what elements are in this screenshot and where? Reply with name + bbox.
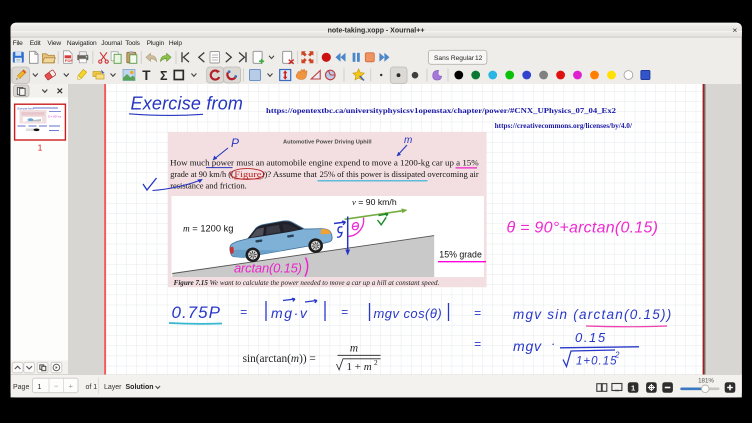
svg-text:sin(arctan(m)) =: sin(arctan(m)) = <box>243 353 316 365</box>
svg-text:note-taking.xopp - Xournal++: note-taking.xopp - Xournal++ <box>328 27 425 34</box>
svg-text:Exercise from: Exercise from <box>18 107 35 111</box>
svg-text:Journal: Journal <box>101 40 122 47</box>
svg-text:PDF: PDF <box>65 58 74 63</box>
svg-text:m: m <box>404 135 412 146</box>
svg-text:=: = <box>474 337 481 351</box>
svg-text:m: m <box>350 343 358 355</box>
svg-text:0.75P: 0.75P <box>172 303 221 322</box>
svg-text:Navigation: Navigation <box>67 40 97 47</box>
svg-text:12: 12 <box>475 55 483 62</box>
svg-text:Tools: Tools <box>125 40 140 47</box>
svg-text:0.15: 0.15 <box>575 330 607 345</box>
svg-text:Help: Help <box>169 40 182 47</box>
svg-text:resistance and friction.: resistance and friction. <box>170 180 247 190</box>
svg-text:1: 1 <box>631 383 635 392</box>
svg-text:Layer: Layer <box>104 384 122 391</box>
svg-text:Solution: Solution <box>126 384 154 391</box>
svg-text:))? Assume that: ))? Assume that <box>261 169 319 179</box>
svg-text:1 + m: 1 + m <box>347 361 372 373</box>
svg-text:v = 90 km/h: v = 90 km/h <box>352 197 397 207</box>
svg-text:θ = 90°+arctan(0.15): θ = 90°+arctan(0.15) <box>507 220 659 237</box>
svg-text:Automotive Power Driving Uphil: Automotive Power Driving Uphill <box>283 140 372 146</box>
svg-text:1: 1 <box>38 143 43 153</box>
svg-text:+: + <box>69 382 74 391</box>
svg-text:Figure: Figure <box>234 169 261 179</box>
svg-text:View: View <box>47 40 61 47</box>
svg-text:Sans Regular: Sans Regular <box>434 55 475 62</box>
svg-text:1+0.15: 1+0.15 <box>576 356 618 368</box>
svg-text:Σ: Σ <box>160 69 168 83</box>
svg-text:Page: Page <box>13 384 29 391</box>
svg-text:0 = 90°+a: 0 = 90°+a <box>48 115 61 119</box>
svg-text:https://opentextbc.ca/universi: https://opentextbc.ca/universityphysicsv… <box>266 106 616 115</box>
svg-text:https://creativecommons.org/li: https://creativecommons.org/licenses/by/… <box>495 121 633 130</box>
svg-text:T: T <box>142 68 151 83</box>
svg-text:−: − <box>54 382 59 391</box>
svg-text:of 1: of 1 <box>86 384 98 391</box>
svg-text:Plugin: Plugin <box>147 40 165 47</box>
svg-text:File: File <box>13 40 24 47</box>
svg-text:25% of this power is dissipate: 25% of this power is dissipated overcomi… <box>320 169 479 179</box>
svg-text:·: · <box>551 336 555 351</box>
svg-text:×: × <box>732 25 737 35</box>
svg-text:=: = <box>474 306 481 320</box>
svg-text:2: 2 <box>614 351 620 360</box>
svg-text:1: 1 <box>38 384 42 391</box>
svg-text:=: = <box>341 305 348 319</box>
svg-text:Edit: Edit <box>30 40 41 47</box>
svg-text:mgv sin (arctan(0.15)): mgv sin (arctan(0.15)) <box>513 307 673 322</box>
svg-text:mgv cos(θ): mgv cos(θ) <box>374 306 443 321</box>
svg-text:Figure 7.15 We want to calcula: Figure 7.15 We want to calculate the pow… <box>174 279 440 287</box>
svg-text:mgv: mgv <box>513 338 542 354</box>
svg-text:arctan(0.15): arctan(0.15) <box>234 261 302 276</box>
svg-text:=: = <box>240 305 247 319</box>
svg-text:181%: 181% <box>698 377 714 384</box>
svg-text:grade at 90 km/h ((: grade at 90 km/h (( <box>170 169 234 179</box>
svg-text:m = 1200 kg: m = 1200 kg <box>183 224 233 235</box>
svg-text:mg·v: mg·v <box>271 305 309 321</box>
svg-text:P: P <box>231 136 239 150</box>
svg-text:15% grade: 15% grade <box>439 250 482 260</box>
svg-text:Exercise from: Exercise from <box>131 94 244 114</box>
